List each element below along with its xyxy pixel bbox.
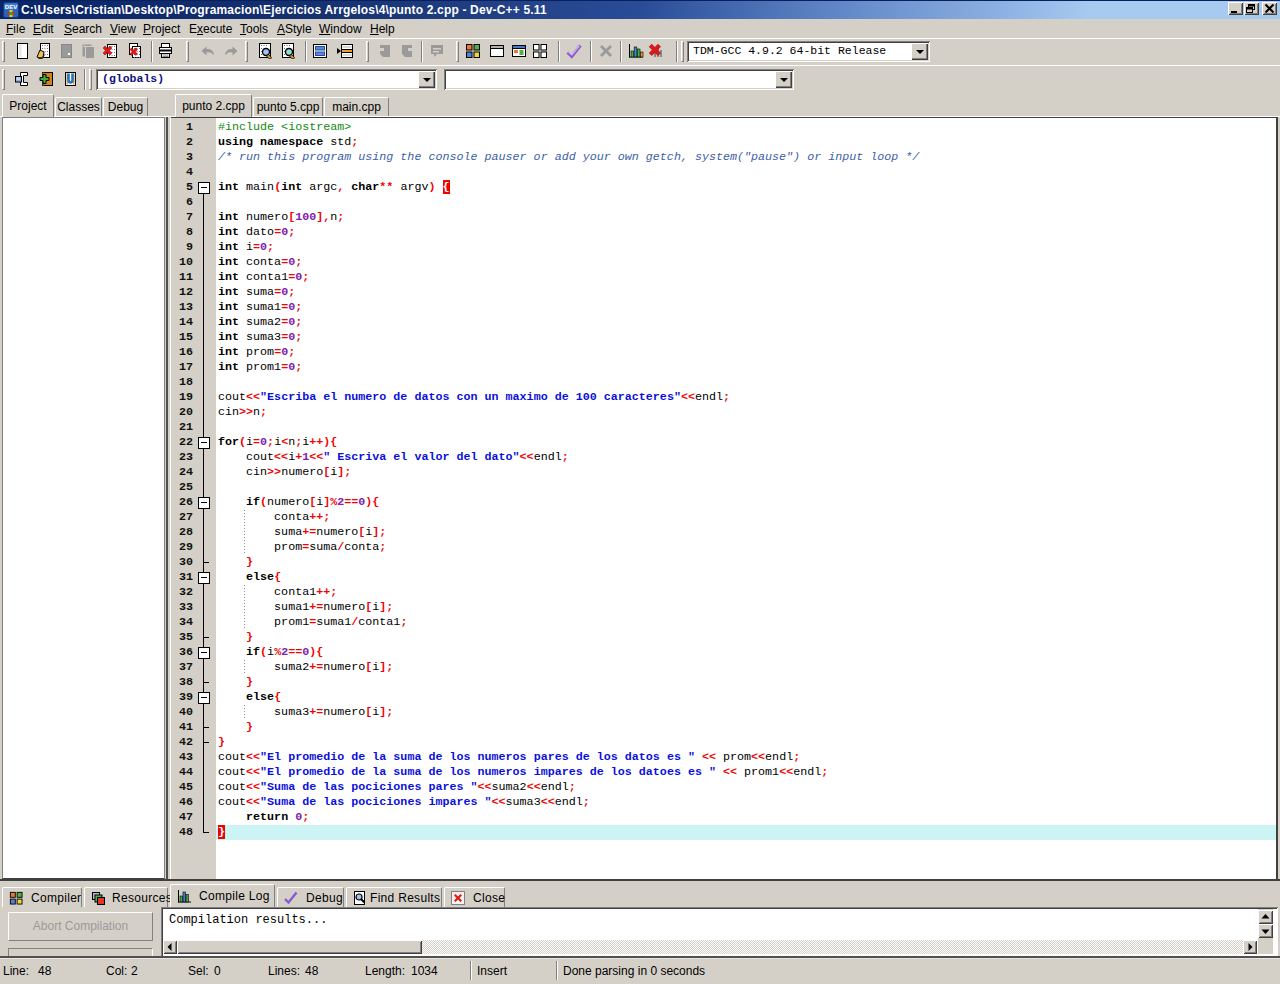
svg-text:DEV: DEV xyxy=(5,4,17,10)
